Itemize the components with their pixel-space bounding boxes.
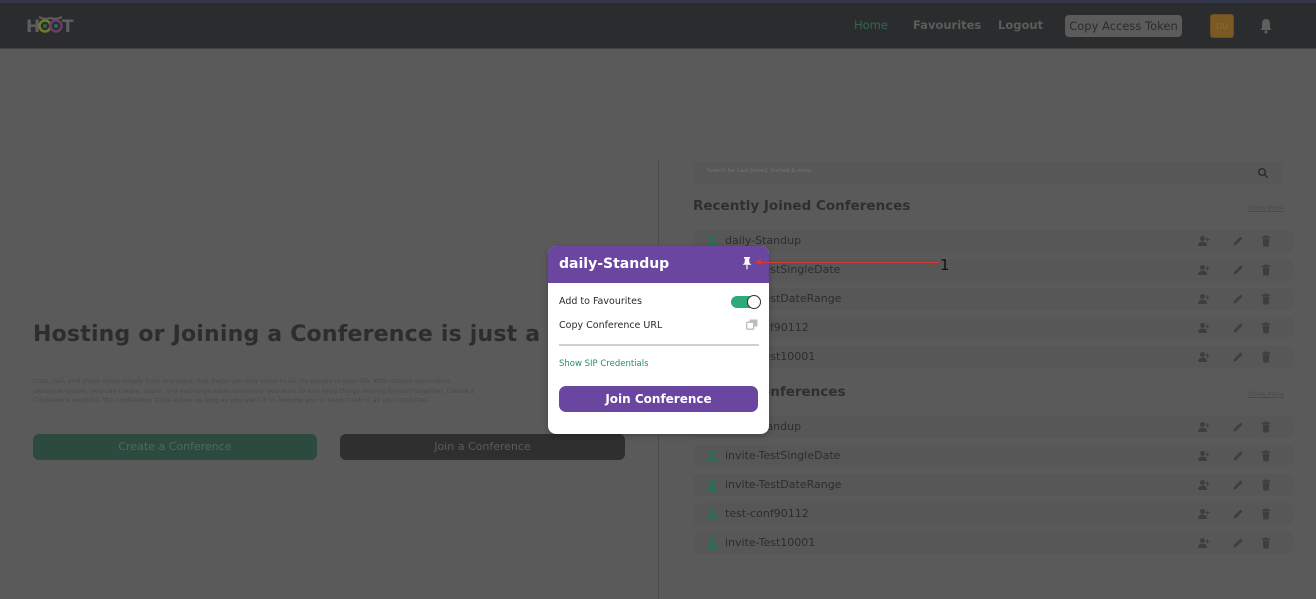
popup-divider [559,344,759,346]
popup-header: daily-Standup [548,246,769,283]
hero-description-line: Chat, call, and share video simply from … [33,377,451,385]
delete-icon[interactable] [1260,351,1272,363]
conference-row[interactable]: test-conf90112 [693,317,1293,339]
person-icon [707,508,718,520]
recent-show-more-link[interactable]: Show More [1248,204,1284,212]
conference-row[interactable]: test-conf90112 [693,503,1293,525]
add-user-icon[interactable] [1198,322,1210,334]
edit-icon[interactable] [1232,235,1244,247]
delete-icon[interactable] [1260,537,1272,549]
nav-logout[interactable]: Logout [998,18,1043,32]
delete-icon[interactable] [1260,293,1272,305]
nav-home[interactable]: Home [854,18,888,32]
conference-search [693,162,1283,184]
bell-icon[interactable] [1259,18,1273,34]
annotation-label: 1 [940,256,950,274]
create-conference-button[interactable]: Create a Conference [33,434,317,460]
copy-icon[interactable] [746,319,758,330]
conference-row[interactable]: invite-Test10001 [693,532,1293,554]
delete-icon[interactable] [1260,421,1272,433]
conference-row[interactable]: daily-Standup [693,230,1293,252]
add-user-icon[interactable] [1198,421,1210,433]
conference-row[interactable]: invite-TestSingleDate [693,445,1293,467]
toggle-knob [747,295,761,309]
add-user-icon[interactable] [1198,537,1210,549]
add-user-icon[interactable] [1198,264,1210,276]
delete-icon[interactable] [1260,264,1272,276]
hero-description: Chat, call, and share video simply from … [33,377,553,406]
popup-join-conference-button[interactable]: Join Conference [559,386,758,412]
delete-icon[interactable] [1260,450,1272,462]
edit-icon[interactable] [1232,322,1244,334]
add-user-icon[interactable] [1198,479,1210,491]
favourites-toggle[interactable] [731,295,761,309]
conference-name: test-conf90112 [725,507,809,520]
annotation-arrowhead [755,259,761,265]
search-icon[interactable] [1257,167,1269,179]
delete-icon[interactable] [1260,322,1272,334]
add-user-icon[interactable] [1198,293,1210,305]
hero-description-line: Conference anytime, the conference stays… [33,396,431,404]
edit-icon[interactable] [1232,479,1244,491]
hero-description-line: always available, you can create, share,… [33,386,475,395]
copy-access-token-button[interactable]: Copy Access Token [1065,15,1182,37]
nav-favourites[interactable]: Favourites [913,18,981,32]
conference-row[interactable]: invite-TestDateRange [693,474,1293,496]
show-sip-credentials-link[interactable]: Show SIP Credentials [559,359,649,369]
svg-text:T: T [62,17,74,37]
conference-row[interactable]: daily-Standup [693,416,1293,438]
copy-conference-url-label[interactable]: Copy Conference URL [559,320,662,331]
add-user-icon[interactable] [1198,508,1210,520]
delete-icon[interactable] [1260,235,1272,247]
edit-icon[interactable] [1232,351,1244,363]
person-icon [707,479,718,491]
person-icon [707,537,718,549]
edit-icon[interactable] [1232,264,1244,276]
conference-row[interactable]: invite-Test10001 [693,346,1293,368]
edit-icon[interactable] [1232,508,1244,520]
add-user-icon[interactable] [1198,450,1210,462]
join-conference-button[interactable]: Join a Conference [340,434,625,460]
user-avatar[interactable]: DU [1210,14,1234,38]
top-navbar: H T Home Favourites Logout Copy Access T… [0,0,1316,49]
add-user-icon[interactable] [1198,235,1210,247]
delete-icon[interactable] [1260,508,1272,520]
delete-icon[interactable] [1260,479,1272,491]
conference-options-popup: daily-Standup Add to Favourites Copy Con… [548,246,769,434]
popup-title: daily-Standup [559,256,670,272]
edit-icon[interactable] [1232,450,1244,462]
invited-show-more-link[interactable]: Show More [1248,390,1284,398]
annotation-arrow-line [757,262,939,263]
conference-row[interactable]: invite-TestDateRange [693,288,1293,310]
conference-name: invite-TestDateRange [725,478,842,491]
search-input[interactable] [707,168,1107,174]
add-to-favourites-label: Add to Favourites [559,296,642,307]
pin-icon[interactable] [742,257,752,270]
edit-icon[interactable] [1232,421,1244,433]
conference-name: invite-Test10001 [725,536,816,549]
recent-conferences-title: Recently Joined Conferences [693,198,911,214]
person-icon [707,450,718,462]
svg-text:H: H [26,17,40,37]
conference-name: invite-TestSingleDate [725,449,841,462]
add-user-icon[interactable] [1198,351,1210,363]
edit-icon[interactable] [1232,293,1244,305]
hoot-logo[interactable]: H T [26,13,76,37]
edit-icon[interactable] [1232,537,1244,549]
